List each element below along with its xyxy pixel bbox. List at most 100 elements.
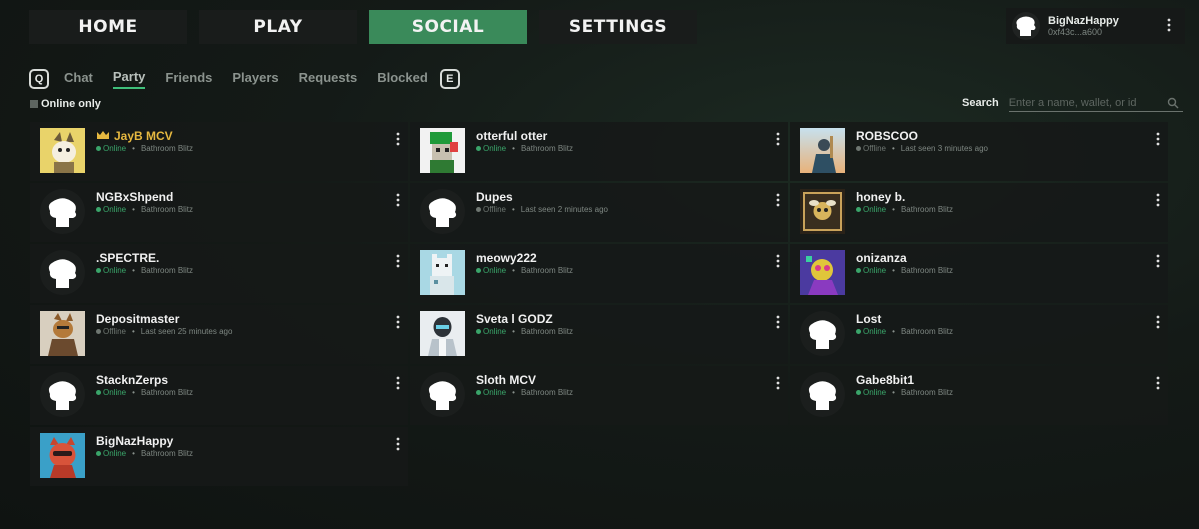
party-member-card[interactable]: Depositmaster Offline • Last seen 25 minute… [30, 305, 408, 364]
member-status: Online [483, 144, 507, 153]
status-separator: • [132, 388, 135, 397]
party-member-card[interactable]: .SPECTRE. Online • Bathroom Blitz [30, 244, 408, 303]
member-detail: Bathroom Blitz [900, 388, 953, 397]
member-status: Online [483, 327, 507, 336]
member-menu-kebab-icon[interactable] [396, 132, 400, 146]
member-menu-kebab-icon[interactable] [396, 376, 400, 390]
party-member-card[interactable]: Sloth MCV Online • Bathroom Blitz [410, 366, 788, 425]
status-dot-icon [96, 329, 101, 334]
member-menu-kebab-icon[interactable] [396, 193, 400, 207]
tab-friends[interactable]: Friends [165, 70, 212, 88]
member-status: Online [103, 205, 127, 214]
member-menu-kebab-icon[interactable] [396, 254, 400, 268]
user-profile-box[interactable]: BigNazHappy 0xf43c...a600 [1006, 8, 1185, 44]
status-dot-icon [856, 268, 861, 273]
member-menu-kebab-icon[interactable] [1156, 376, 1160, 390]
tab-chat[interactable]: Chat [64, 70, 93, 88]
party-members-grid: JayB MCV Online • Bathroom Blitz otterful ot… [30, 122, 1168, 486]
member-menu-kebab-icon[interactable] [776, 132, 780, 146]
member-name-row: StacknZerps [96, 373, 193, 387]
party-member-card[interactable]: ROBSCOO Offline • Last seen 3 minutes ago [790, 122, 1168, 181]
party-member-card[interactable]: Gabe8bit1 Online • Bathroom Blitz [790, 366, 1168, 425]
member-menu-kebab-icon[interactable] [1156, 254, 1160, 268]
party-member-card[interactable]: StacknZerps Online • Bathroom Blitz [30, 366, 408, 425]
member-detail: Last seen 2 minutes ago [520, 205, 608, 214]
status-dot-icon [476, 146, 481, 151]
party-member-card[interactable]: onizanza Online • Bathroom Blitz [790, 244, 1168, 303]
member-avatar [40, 311, 85, 356]
member-menu-kebab-icon[interactable] [776, 315, 780, 329]
member-name: Gabe8bit1 [856, 373, 915, 387]
member-status-row: Online • Bathroom Blitz [856, 388, 953, 397]
member-name-row: BigNazHappy [96, 434, 193, 448]
member-name: Lost [856, 312, 882, 326]
nav-social-button[interactable]: SOCIAL [369, 10, 527, 44]
party-member-card[interactable]: Lost Online • Bathroom Blitz [790, 305, 1168, 364]
party-member-card[interactable]: JayB MCV Online • Bathroom Blitz [30, 122, 408, 181]
member-name-row: Sloth MCV [476, 373, 573, 387]
e-key-icon[interactable]: E [439, 69, 460, 89]
member-name: JayB MCV [114, 129, 173, 143]
party-member-card[interactable]: BigNazHappy Online • Bathroom Blitz [30, 427, 408, 486]
member-name-row: Depositmaster [96, 312, 232, 326]
q-key-icon[interactable]: Q [29, 69, 49, 89]
member-status-row: Offline • Last seen 2 minutes ago [476, 205, 608, 214]
member-status-row: Online • Bathroom Blitz [476, 144, 573, 153]
member-menu-kebab-icon[interactable] [1156, 315, 1160, 329]
member-menu-kebab-icon[interactable] [1156, 193, 1160, 207]
status-dot-icon [476, 329, 481, 334]
member-avatar [40, 128, 85, 173]
member-name: ROBSCOO [856, 129, 919, 143]
tab-blocked[interactable]: Blocked [377, 70, 428, 88]
member-status: Online [103, 144, 127, 153]
member-name-row: onizanza [856, 251, 953, 265]
social-subtabs: Q Chat Party Friends Players Requests Bl… [29, 69, 460, 89]
party-member-card[interactable]: Dupes Offline • Last seen 2 minutes ago [410, 183, 788, 242]
online-only-toggle[interactable]: Online only [30, 98, 101, 110]
status-dot-icon [856, 146, 861, 151]
member-menu-kebab-icon[interactable] [776, 193, 780, 207]
member-detail: Bathroom Blitz [900, 205, 953, 214]
member-menu-kebab-icon[interactable] [396, 315, 400, 329]
status-separator: • [512, 144, 515, 153]
member-name: honey b. [856, 190, 906, 204]
member-menu-kebab-icon[interactable] [396, 437, 400, 451]
member-menu-kebab-icon[interactable] [776, 376, 780, 390]
member-status: Online [863, 266, 887, 275]
status-dot-icon [96, 390, 101, 395]
member-menu-kebab-icon[interactable] [1156, 132, 1160, 146]
status-dot-icon [476, 268, 481, 273]
party-member-card[interactable]: NGBxShpend Online • Bathroom Blitz [30, 183, 408, 242]
checkbox-icon[interactable] [30, 100, 38, 108]
user-menu-kebab-icon[interactable] [1167, 18, 1171, 32]
member-menu-kebab-icon[interactable] [776, 254, 780, 268]
status-separator: • [132, 144, 135, 153]
member-avatar [40, 372, 85, 417]
tab-requests[interactable]: Requests [299, 70, 358, 88]
status-separator: • [131, 327, 135, 336]
member-avatar [40, 189, 85, 234]
nav-play-button[interactable]: PLAY [199, 10, 357, 44]
member-name-row: meowy222 [476, 251, 573, 265]
member-status: Offline [863, 144, 886, 153]
search-input[interactable] [1008, 94, 1183, 112]
member-status-row: Online • Bathroom Blitz [96, 266, 193, 275]
party-member-card[interactable]: meowy222 Online • Bathroom Blitz [410, 244, 788, 303]
member-status-row: Online • Bathroom Blitz [96, 144, 193, 153]
status-separator: • [892, 327, 895, 336]
tab-players[interactable]: Players [232, 70, 278, 88]
status-dot-icon [96, 146, 101, 151]
status-dot-icon [476, 207, 481, 212]
party-member-card[interactable]: honey b. Online • Bathroom Blitz [790, 183, 1168, 242]
nav-home-button[interactable]: HOME [29, 10, 187, 44]
member-status-row: Online • Bathroom Blitz [96, 388, 193, 397]
member-status: Online [483, 266, 507, 275]
member-status-row: Offline • Last seen 25 minutes ago [96, 327, 232, 336]
search-icon[interactable] [1167, 96, 1179, 114]
member-avatar [800, 311, 845, 356]
party-member-card[interactable]: otterful otter Online • Bathroom Blitz [410, 122, 788, 181]
nav-settings-button[interactable]: SETTINGS [539, 10, 697, 44]
tab-party[interactable]: Party [112, 69, 146, 89]
party-member-card[interactable]: Sveta l GODZ Online • Bathroom Blitz [410, 305, 788, 364]
member-status-row: Online • Bathroom Blitz [96, 449, 193, 458]
